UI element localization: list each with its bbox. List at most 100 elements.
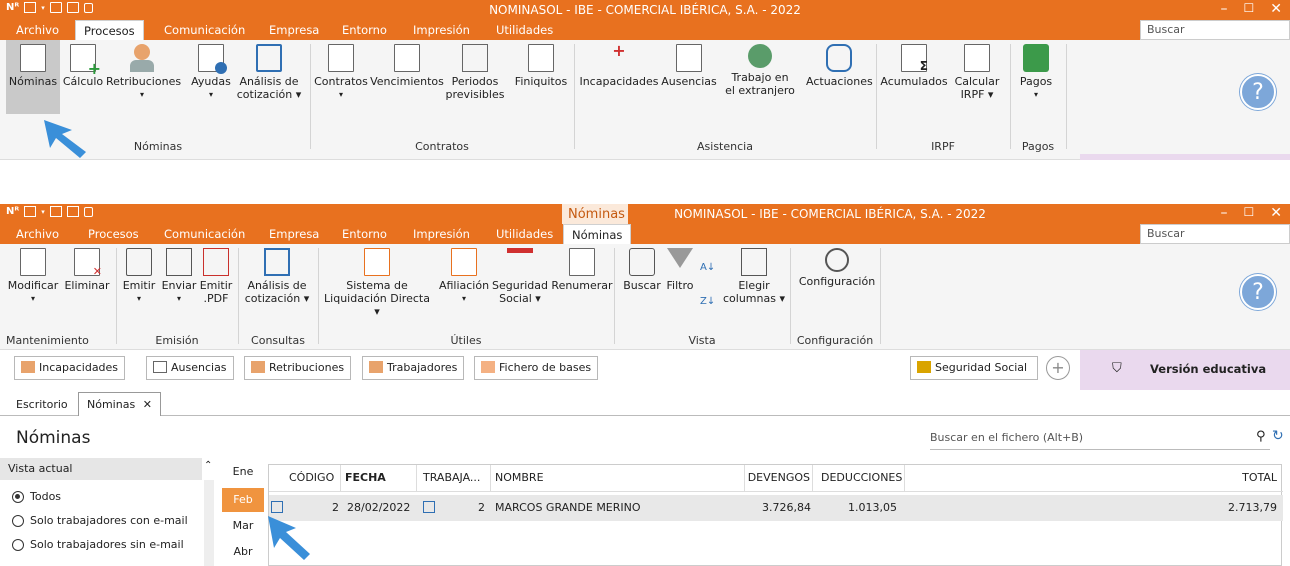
ns-app-icon: Nᴿ xyxy=(6,206,20,217)
col-deducciones[interactable]: DEDUCCIONES xyxy=(815,465,905,491)
col-codigo[interactable]: CÓDIGO xyxy=(289,465,341,491)
refresh-icon[interactable]: ↻ xyxy=(1272,428,1284,444)
tab-empresa[interactable]: Empresa xyxy=(267,20,321,40)
analisis-cotizacion-button[interactable]: Análisis de cotización ▾ xyxy=(234,44,304,101)
edit-document-icon xyxy=(20,248,46,276)
row-worker-icon[interactable] xyxy=(423,501,435,513)
tab-procesos[interactable]: Procesos xyxy=(86,224,141,244)
tab-procesos[interactable]: Procesos xyxy=(75,20,144,40)
global-search-input[interactable]: Buscar xyxy=(1140,20,1290,40)
close-tab-icon[interactable]: ✕ xyxy=(143,398,152,411)
add-shortcut-button[interactable]: + xyxy=(1046,356,1070,380)
month-ene[interactable]: Ene xyxy=(222,460,264,484)
incapacidades-quick-button[interactable]: Incapacidades xyxy=(14,356,126,380)
col-nombre[interactable]: NOMBRE xyxy=(491,465,745,491)
panel-collapse-icon[interactable]: ⌃ xyxy=(204,460,212,471)
retribuciones-quick-button[interactable]: Retribuciones xyxy=(244,356,352,380)
tab-entorno[interactable]: Entorno xyxy=(340,20,389,40)
tab-utilidades[interactable]: Utilidades xyxy=(494,224,555,244)
calendar-icon[interactable] xyxy=(24,206,37,217)
row-add-icon[interactable] xyxy=(271,501,283,513)
help-icon[interactable]: ? xyxy=(1240,74,1276,110)
seguridad-social-button[interactable]: Seguridad Social ▾ xyxy=(492,248,548,305)
ausencias-button[interactable]: Ausencias xyxy=(660,44,718,88)
calcular-irpf-button[interactable]: Calcular IRPF ▾ xyxy=(952,44,1002,101)
calculo-button[interactable]: + Cálculo xyxy=(62,44,104,88)
acumulados-button[interactable]: Σ Acumulados xyxy=(880,44,948,88)
configuracion-button[interactable]: Configuración xyxy=(796,248,878,288)
close-button[interactable]: ✕ xyxy=(1270,1,1282,17)
tab-empresa[interactable]: Empresa xyxy=(267,224,321,244)
buscar-button[interactable]: Buscar xyxy=(620,248,664,292)
maximize-button[interactable]: ☐ xyxy=(1244,205,1255,221)
radio-todos[interactable]: Todos xyxy=(12,490,61,503)
table-row[interactable]: 2 28/02/2022 2 MARCOS GRANDE MERINO 3.72… xyxy=(269,495,1283,521)
sort-ascending-icon[interactable]: A↓ xyxy=(700,262,715,273)
emitir-pdf-button[interactable]: Emitir .PDF xyxy=(198,248,234,305)
filtro-button[interactable]: Filtro xyxy=(664,248,696,292)
tab-comunicacion[interactable]: Comunicación xyxy=(162,224,247,244)
folder-export-icon[interactable] xyxy=(66,206,79,217)
retribuciones-button[interactable]: Retribuciones ▾ xyxy=(106,44,181,101)
contratos-button[interactable]: Contratos ▾ xyxy=(314,44,368,101)
afiliacion-button[interactable]: Afiliación ▾ xyxy=(438,248,490,305)
tab-archivo[interactable]: Archivo xyxy=(14,20,61,40)
tab-impresion[interactable]: Impresión xyxy=(411,224,472,244)
seguridad-social-quick-button[interactable]: Seguridad Social xyxy=(910,356,1038,380)
col-trabajador[interactable]: TRABAJA... xyxy=(423,465,491,491)
folder-return-icon[interactable] xyxy=(49,206,62,217)
tab-nominas-doc[interactable]: Nóminas ✕ xyxy=(78,392,161,416)
tab-archivo[interactable]: Archivo xyxy=(14,224,61,244)
file-search-input[interactable]: Buscar en el fichero (Alt+B) xyxy=(930,428,1270,450)
col-devengos[interactable]: DEVENGOS xyxy=(745,465,813,491)
search-icon[interactable]: ⚲ xyxy=(1256,429,1266,444)
finiquitos-button[interactable]: Finiquitos xyxy=(510,44,572,88)
eliminar-button[interactable]: ✕ Eliminar xyxy=(62,248,112,292)
global-search-input[interactable]: Buscar xyxy=(1140,224,1290,244)
radio-sin-email[interactable]: Solo trabajadores sin e-mail xyxy=(12,538,184,551)
window-title: NOMINASOL - IBE - COMERCIAL IBÉRICA, S.A… xyxy=(489,3,801,17)
close-button[interactable]: ✕ xyxy=(1270,205,1282,221)
maximize-button[interactable]: ☐ xyxy=(1244,1,1255,17)
renumerar-button[interactable]: Renumerar xyxy=(550,248,614,292)
tab-impresion[interactable]: Impresión xyxy=(411,20,472,40)
col-fecha[interactable]: FECHA xyxy=(345,465,417,491)
actuaciones-button[interactable]: Actuaciones xyxy=(806,44,873,88)
ausencias-quick-button[interactable]: Ausencias xyxy=(146,356,234,380)
periodos-previsibles-button[interactable]: Periodos previsibles xyxy=(444,44,506,101)
tab-comunicacion[interactable]: Comunicación xyxy=(162,20,247,40)
fichero-bases-quick-button[interactable]: Fichero de bases xyxy=(474,356,599,380)
elegir-columnas-button[interactable]: Elegir columnas ▾ xyxy=(722,248,786,305)
ribbon-nominas: Modificar ▾ ✕ Eliminar Mantenimiento Emit… xyxy=(0,244,1290,350)
ayudas-button[interactable]: Ayudas ▾ xyxy=(190,44,232,101)
lock-icon[interactable] xyxy=(83,206,93,217)
tab-nominas-context[interactable]: Nóminas xyxy=(563,224,632,244)
tab-utilidades[interactable]: Utilidades xyxy=(494,20,555,40)
sistema-liquidacion-button[interactable]: Sistema de Liquidación Directa ▾ xyxy=(322,248,432,318)
help-icon[interactable]: ? xyxy=(1240,274,1276,310)
month-feb[interactable]: Feb xyxy=(222,488,264,512)
pagos-button[interactable]: Pagos ▾ xyxy=(1014,44,1058,101)
analisis-cotizacion-button[interactable]: Análisis de cotización ▾ xyxy=(242,248,312,305)
enviar-button[interactable]: Enviar ▾ xyxy=(158,248,200,305)
sort-descending-icon[interactable]: Z↓ xyxy=(700,296,715,307)
modificar-button[interactable]: Modificar ▾ xyxy=(6,248,60,305)
minimize-button[interactable]: – xyxy=(1221,1,1228,17)
trabajadores-quick-button[interactable]: Trabajadores xyxy=(362,356,465,380)
vencimientos-button[interactable]: Vencimientos xyxy=(369,44,445,88)
minimize-button[interactable]: – xyxy=(1221,205,1228,221)
panel-scrollbar[interactable] xyxy=(204,480,214,566)
nominas-button[interactable]: Nóminas xyxy=(6,40,60,114)
incapacidades-button[interactable]: + Incapacidades xyxy=(578,43,660,89)
dropdown-arrow-icon[interactable]: ▾ xyxy=(41,208,45,216)
month-abr[interactable]: Abr xyxy=(222,540,264,564)
col-total[interactable]: TOTAL xyxy=(905,465,1277,491)
emitir-button[interactable]: Emitir ▾ xyxy=(118,248,160,305)
tab-escritorio[interactable]: Escritorio xyxy=(16,398,68,411)
separator xyxy=(310,44,311,149)
tab-entorno[interactable]: Entorno xyxy=(340,224,389,244)
radio-con-email[interactable]: Solo trabajadores con e-mail xyxy=(12,514,188,527)
theater-masks-icon xyxy=(826,44,852,72)
month-mar[interactable]: Mar xyxy=(222,514,264,538)
trabajo-extranjero-button[interactable]: Trabajo en el extranjero xyxy=(722,44,798,97)
